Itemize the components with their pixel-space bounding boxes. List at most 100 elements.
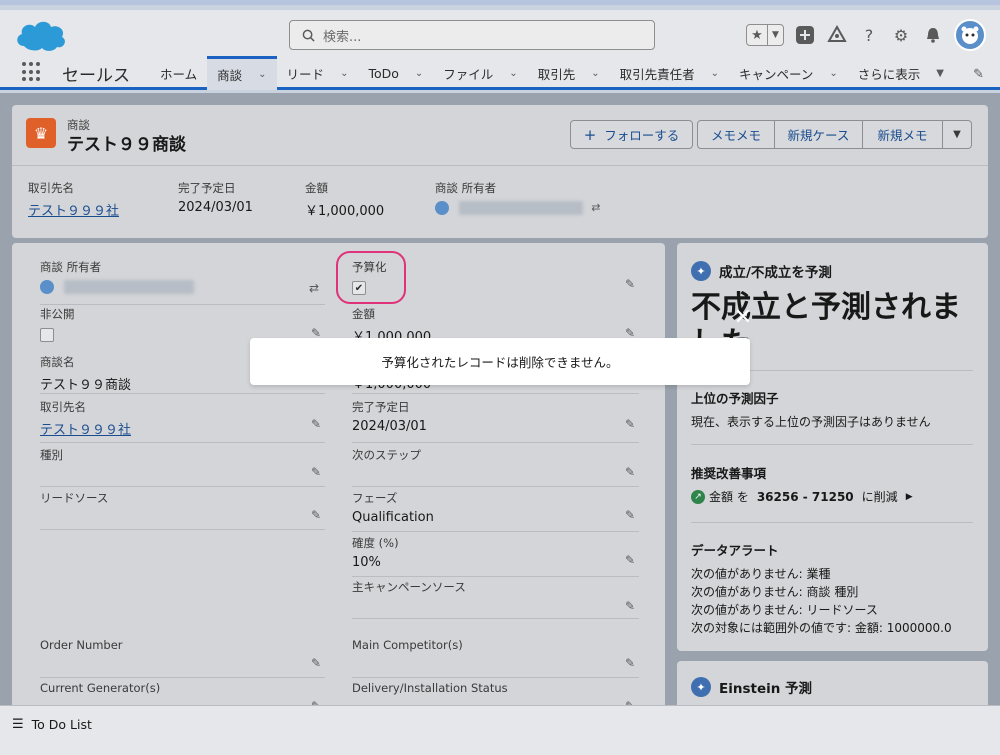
improvement-item[interactable]: ↗ 金額 を 36256 - 71250 に削減 ▶	[691, 488, 913, 505]
divider	[691, 522, 973, 523]
follow-button[interactable]: + フォローする	[570, 120, 693, 149]
divider	[352, 393, 639, 394]
user-avatar[interactable]	[954, 19, 986, 51]
divider	[352, 442, 639, 443]
field-value: Qualification	[352, 510, 434, 525]
divider	[40, 529, 325, 530]
global-header: 検索... ★ ▼ ? ⚙	[0, 10, 1000, 58]
edit-nav-pencil-icon[interactable]: ✎	[973, 67, 984, 82]
chevron-down-icon[interactable]: ⌄	[415, 68, 423, 79]
salesforce-logo-icon[interactable]	[14, 16, 68, 54]
field-probability: 確度 (%) 10% ✎	[352, 535, 639, 577]
alert-item: 次の対象には範囲外の値です: 金額: 1000000.0	[691, 621, 952, 635]
divider	[40, 486, 325, 487]
field-label: 主キャンペーンソース	[352, 580, 466, 594]
chevron-down-icon[interactable]: ⌄	[258, 69, 266, 80]
field-label: 商談 所有者	[435, 181, 497, 195]
field-primary-campaign-source: 主キャンペーンソース ✎	[352, 579, 639, 619]
divider	[352, 618, 639, 619]
divider	[40, 304, 325, 305]
tab-home[interactable]: ホーム	[150, 56, 207, 90]
pencil-icon[interactable]: ✎	[625, 465, 635, 479]
list-icon: ☰	[12, 717, 24, 732]
field-value: 2024/03/01	[178, 200, 253, 215]
field-label: 完了予定日	[178, 181, 236, 195]
tab-label: ToDo	[368, 65, 399, 81]
pencil-icon[interactable]: ✎	[625, 508, 635, 522]
tab-opportunities[interactable]: 商談 ⌄	[207, 56, 277, 90]
tab-leads[interactable]: リード ⌄	[277, 56, 359, 90]
star-icon[interactable]: ★	[747, 25, 767, 45]
chevron-down-icon[interactable]: ▼	[767, 25, 783, 45]
caret-right-icon[interactable]: ▶	[906, 492, 913, 502]
field-label: 完了予定日	[352, 400, 410, 414]
caret-down-icon[interactable]: ▼	[936, 68, 944, 79]
tab-todo[interactable]: ToDo ⌄	[358, 56, 433, 90]
pencil-icon[interactable]: ✎	[625, 599, 635, 613]
divider	[40, 393, 325, 394]
tab-label: 取引先責任者	[619, 66, 695, 82]
account-link[interactable]: テスト９９９社	[28, 200, 119, 219]
global-search-input[interactable]: 検索...	[289, 20, 655, 50]
owner-value	[40, 279, 325, 294]
divider	[12, 165, 988, 166]
field-label: 金額	[305, 181, 328, 195]
todo-list-bar[interactable]: ☰ To Do List	[0, 705, 1000, 743]
change-owner-icon[interactable]: ⇄	[591, 201, 600, 214]
chevron-down-icon[interactable]: ⌄	[340, 68, 348, 79]
chevron-down-icon[interactable]: ⌄	[829, 68, 837, 79]
global-actions-plus-icon[interactable]	[794, 24, 816, 46]
new-case-button[interactable]: 新規ケース	[775, 120, 863, 149]
budgeted-checkbox[interactable]: ✔	[352, 281, 366, 295]
new-memo-button[interactable]: 新規メモ	[863, 120, 943, 149]
field-budgeted: 予算化 ✔ ✎	[352, 259, 639, 303]
memo-memo-button[interactable]: メモメモ	[697, 120, 775, 149]
tab-files[interactable]: ファイル ⌄	[433, 56, 527, 90]
nav-tabs: ホーム 商談 ⌄ リード ⌄ ToDo ⌄ ファイル ⌄ 取引先 ⌄ 取引先責任者 ⌄ キャ…	[150, 56, 954, 90]
pencil-icon[interactable]: ✎	[625, 656, 635, 670]
bell-icon[interactable]	[922, 24, 944, 46]
favorites-button[interactable]: ★ ▼	[746, 24, 784, 46]
pencil-icon[interactable]: ✎	[625, 417, 635, 431]
chevron-down-icon[interactable]: ⌄	[509, 68, 517, 79]
field-main-competitors: Main Competitor(s) ✎	[352, 638, 639, 678]
account-link[interactable]: テスト９９９社	[40, 419, 325, 438]
section-text: 現在、表示する上位の予測因子はありません	[691, 415, 931, 429]
field-value: 2024/03/01	[352, 419, 427, 434]
field-label: 確度 (%)	[352, 536, 399, 550]
divider	[352, 576, 639, 577]
trailhead-guidance-icon[interactable]	[826, 24, 848, 46]
owner-name-redacted[interactable]	[459, 200, 584, 215]
tab-more[interactable]: さらに表示 ▼	[848, 56, 954, 90]
record-header: ♛ 商談 テスト９９商談 + フォローする メモメモ 新規ケース 新規メモ ▼ 取…	[12, 105, 988, 238]
app-launcher-icon[interactable]	[22, 62, 42, 82]
divider	[40, 442, 325, 443]
field-label: 予算化	[352, 260, 387, 274]
tab-contacts[interactable]: 取引先責任者 ⌄	[610, 56, 729, 90]
todo-label: To Do List	[31, 717, 92, 732]
pencil-icon[interactable]: ✎	[625, 277, 635, 291]
close-icon[interactable]: ✕	[728, 304, 758, 330]
change-owner-icon[interactable]: ⇄	[309, 281, 319, 295]
button-label: 新規メモ	[877, 128, 928, 143]
pencil-icon[interactable]: ✎	[311, 656, 321, 670]
pencil-icon[interactable]: ✎	[311, 508, 321, 522]
private-checkbox[interactable]	[40, 328, 54, 342]
divider	[352, 486, 639, 487]
pencil-icon[interactable]: ✎	[625, 553, 635, 567]
field-label: リードソース	[40, 491, 109, 505]
owner-name-redacted[interactable]	[64, 279, 195, 294]
help-icon[interactable]: ?	[858, 24, 880, 46]
field-order-number: Order Number ✎	[40, 638, 325, 678]
alert-item: 次の値がありません: 商談 種別	[691, 585, 859, 599]
gear-icon[interactable]: ⚙	[890, 24, 912, 46]
tab-accounts[interactable]: 取引先 ⌄	[528, 56, 610, 90]
owner-avatar	[40, 279, 54, 294]
chevron-down-icon[interactable]: ⌄	[591, 68, 599, 79]
pencil-icon[interactable]: ✎	[311, 417, 321, 431]
more-actions-chevron-icon[interactable]: ▼	[943, 120, 972, 149]
tab-campaigns[interactable]: キャンペーン ⌄	[729, 56, 848, 90]
pencil-icon[interactable]: ✎	[311, 465, 321, 479]
field-value: ￥1,000,000	[305, 204, 385, 219]
chevron-down-icon[interactable]: ⌄	[711, 68, 719, 79]
